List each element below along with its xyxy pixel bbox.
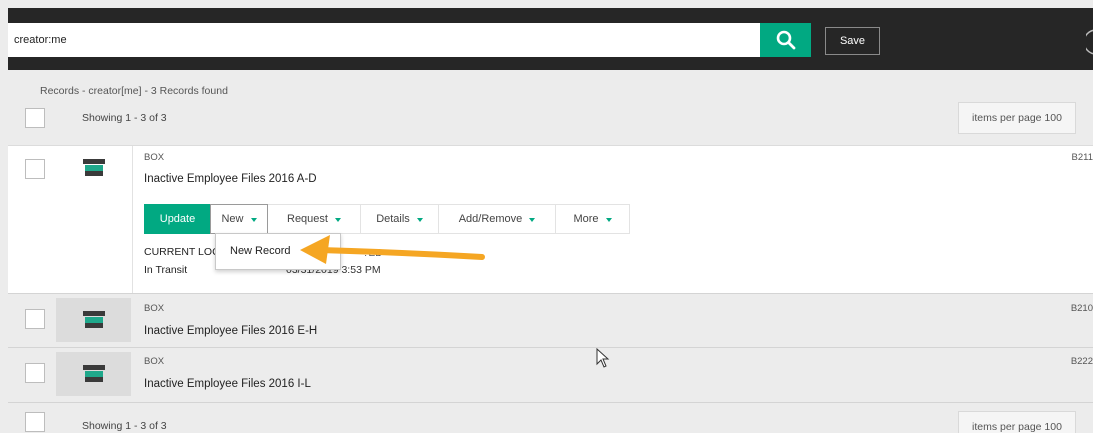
row-checkbox[interactable] xyxy=(25,309,45,329)
row-checkbox[interactable] xyxy=(25,363,45,383)
row-checkbox[interactable] xyxy=(25,159,45,179)
save-button[interactable]: Save xyxy=(825,27,880,55)
search-input[interactable] xyxy=(8,23,760,57)
details-menu-button[interactable]: Details xyxy=(360,204,439,234)
box-icon xyxy=(82,311,105,328)
location-label: CURRENT LOC xyxy=(144,246,220,258)
showing-count-footer: Showing 1 - 3 of 3 xyxy=(82,420,167,432)
record-type: BOX xyxy=(144,356,165,367)
record-thumbnail xyxy=(56,146,131,190)
items-per-page-select[interactable]: items per page 100 xyxy=(958,102,1076,134)
select-all-checkbox-footer[interactable] xyxy=(25,412,45,432)
row-divider xyxy=(132,146,133,293)
record-number: B210 xyxy=(1070,303,1093,314)
chevron-down-icon xyxy=(605,218,612,222)
results-heading: Records - creator[me] - 3 Records found xyxy=(40,85,228,97)
box-icon xyxy=(82,365,105,382)
record-number: B222 xyxy=(1070,356,1093,367)
record-number: B211 xyxy=(1071,152,1093,163)
chevron-down-icon xyxy=(250,218,257,222)
record-actions: Update New Request Details Add/Remove Mo… xyxy=(144,204,630,234)
new-dropdown-menu: New Record xyxy=(215,233,341,270)
update-button[interactable]: Update xyxy=(144,204,211,234)
new-menu-button[interactable]: New xyxy=(210,204,268,234)
record-title[interactable]: Inactive Employee Files 2016 I-L xyxy=(144,378,311,390)
results-footer: Showing 1 - 3 of 3 items per page 100 xyxy=(8,402,1093,433)
details-label: Details xyxy=(376,213,410,225)
select-all-checkbox[interactable] xyxy=(25,108,45,128)
add-remove-label: Add/Remove xyxy=(458,213,523,225)
request-label: Request xyxy=(287,213,328,225)
record-type: BOX xyxy=(144,303,165,314)
items-per-page-select-footer[interactable]: items per page 100 xyxy=(958,411,1076,433)
new-record-menu-item[interactable]: New Record xyxy=(230,245,291,257)
new-label: New xyxy=(221,213,244,225)
chevron-down-icon xyxy=(529,218,536,222)
showing-count: Showing 1 - 3 of 3 xyxy=(82,112,167,124)
record-row[interactable]: BOX Inactive Employee Files 2016 A-D B21… xyxy=(8,145,1093,294)
more-label: More xyxy=(573,213,599,225)
results-panel: Records - creator[me] - 3 Records found … xyxy=(8,72,1093,433)
location-fragment: ?ED xyxy=(363,248,383,259)
chevron-down-icon xyxy=(416,218,423,222)
record-type: BOX xyxy=(144,152,165,163)
add-remove-menu-button[interactable]: Add/Remove xyxy=(438,204,556,234)
update-label: Update xyxy=(159,213,196,225)
cursor-icon xyxy=(596,348,610,368)
record-row[interactable]: BOX Inactive Employee Files 2016 E-H B21… xyxy=(8,293,1093,347)
record-title[interactable]: Inactive Employee Files 2016 E-H xyxy=(144,325,317,337)
power-icon[interactable] xyxy=(1086,28,1093,56)
record-thumbnail xyxy=(56,352,131,396)
record-thumbnail xyxy=(56,298,131,342)
more-menu-button[interactable]: More xyxy=(555,204,630,234)
box-icon xyxy=(82,159,105,176)
location-value: In Transit xyxy=(144,264,188,276)
record-title[interactable]: Inactive Employee Files 2016 A-D xyxy=(144,173,317,185)
request-menu-button[interactable]: Request xyxy=(267,204,361,234)
record-row[interactable]: BOX Inactive Employee Files 2016 I-L B22… xyxy=(8,347,1093,402)
chevron-down-icon xyxy=(334,218,341,222)
search-icon xyxy=(776,30,795,50)
search-button[interactable] xyxy=(760,23,811,57)
